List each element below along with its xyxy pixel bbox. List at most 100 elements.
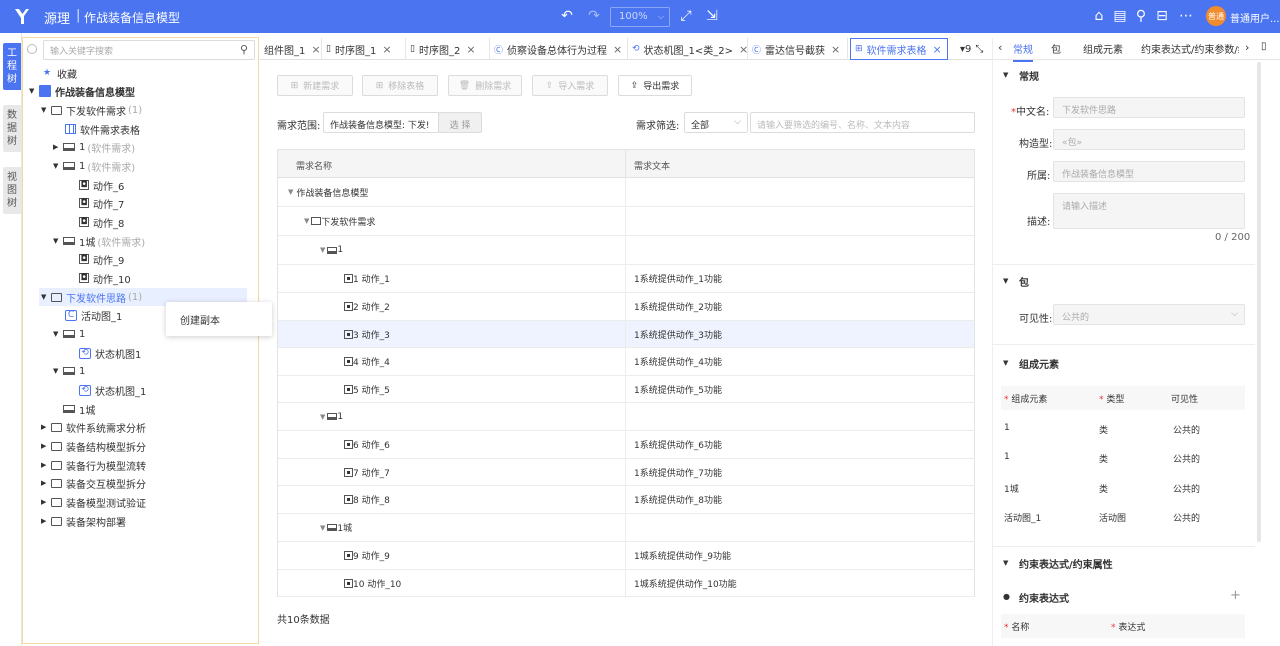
caret-down-icon[interactable]: ▼ — [53, 367, 63, 375]
delete-requirement-button[interactable]: 🗑 删除需求 — [448, 75, 522, 96]
type-cell[interactable]: 活动图 — [1099, 511, 1126, 524]
close-icon[interactable]: × — [382, 43, 391, 56]
tree-item[interactable]: ◘ 动作_6 — [69, 176, 124, 194]
caret-down-icon[interactable]: ▼ — [288, 188, 293, 196]
more-icon[interactable]: ⋯ — [1177, 7, 1195, 25]
tree-item[interactable]: ▼ 1 — [53, 362, 85, 380]
tab-constraints[interactable]: 约束表达式/约束参数/约 — [1141, 41, 1239, 56]
add-icon[interactable]: + — [1230, 588, 1241, 603]
tree-item[interactable]: ▶ 装备行为模型流转 — [41, 456, 146, 474]
tree-item[interactable]: ▶ 装备模型测试验证 — [41, 493, 146, 511]
table-row[interactable]: ▪ 9 动作_9 1城系统提供动作_9功能 — [278, 542, 974, 570]
tab-component-diagram[interactable]: 组件图_1 × — [260, 38, 322, 60]
new-requirement-button[interactable]: ⊞ 新建需求 — [277, 75, 353, 96]
tree-item[interactable]: ◘ 动作_8 — [69, 213, 124, 231]
avatar[interactable]: 普通 — [1206, 6, 1226, 26]
tab-overflow[interactable]: ▾ 9 ⤡ — [956, 38, 990, 60]
caret-right-icon[interactable]: ▶ — [41, 517, 51, 525]
type-cell[interactable]: 类 — [1099, 482, 1108, 495]
element-cell[interactable]: 1 — [1004, 423, 1010, 433]
close-icon[interactable]: × — [739, 43, 748, 56]
home-icon[interactable]: ⌂ — [1090, 7, 1108, 25]
caret-down-icon[interactable]: ▼ — [320, 524, 325, 532]
caret-down-icon[interactable]: ▼ — [41, 293, 51, 301]
tab-data-tree[interactable]: 数据树 — [3, 105, 21, 152]
table-row[interactable]: ▪ 6 动作_6 1系统提供动作_6功能 — [278, 431, 974, 459]
table-row[interactable]: ▪ 5 动作_5 1系统提供动作_5功能 — [278, 376, 974, 403]
caret-down-icon[interactable]: ▼ — [320, 413, 325, 421]
remove-table-button[interactable]: ⊞ 移除表格 — [362, 75, 438, 96]
cn-name-field[interactable]: 下发软件思路 — [1053, 97, 1245, 118]
owner-field[interactable]: 作战装备信息模型 — [1053, 161, 1245, 182]
username[interactable]: 普通用户... — [1230, 10, 1280, 25]
fullscreen-icon[interactable]: ⤢ — [677, 7, 695, 25]
visibility-cell[interactable]: 公共的 — [1173, 511, 1200, 524]
tab-requirements-table[interactable]: ⊞ 软件需求表格 × — [850, 38, 948, 60]
chevron-right-icon[interactable]: › — [1245, 41, 1249, 54]
caret-down-icon[interactable]: ▼ — [304, 217, 309, 225]
tree-item[interactable]: ▶ 装备交互模型拆分 — [41, 474, 146, 492]
filter-search-input[interactable]: 请输入要筛选的编号、名称、文本内容 — [750, 112, 975, 133]
table-row[interactable]: ▼ 1 — [278, 236, 974, 265]
zoom-select[interactable]: 100% ⌵ — [610, 7, 670, 27]
context-menu-item-copy[interactable]: 创建副本 — [180, 316, 220, 327]
element-cell[interactable]: 活动图_1 — [1004, 511, 1041, 524]
caret-down-icon[interactable]: ▼ — [29, 87, 39, 95]
close-icon[interactable]: × — [933, 43, 942, 56]
redo-icon[interactable]: ↷ — [585, 7, 603, 25]
table-row[interactable]: ▼ 作战装备信息模型 — [278, 178, 974, 207]
column-header-name[interactable]: 需求名称 — [278, 150, 626, 178]
print-icon[interactable]: ▤ — [1111, 7, 1129, 25]
caret-right-icon[interactable]: ▶ — [41, 442, 51, 450]
table-row[interactable]: ▼ 1 — [278, 403, 974, 431]
search-icon[interactable]: ⚲ — [240, 43, 248, 56]
tree-item[interactable]: ◘ 动作_10 — [69, 269, 131, 287]
column-header-text[interactable]: 需求文本 — [626, 150, 974, 178]
caret-down-icon[interactable]: ▼ — [320, 246, 325, 254]
table-row[interactable]: ▪ 4 动作_4 1系统提供动作_4功能 — [278, 348, 974, 376]
tree-item[interactable]: ◘ 动作_7 — [69, 194, 124, 212]
caret-down-icon[interactable]: ▼ — [1003, 277, 1008, 285]
table-row[interactable]: ▪ 10 动作_10 1城系统提供动作_10功能 — [278, 570, 974, 597]
close-icon[interactable]: × — [466, 43, 475, 56]
tab-recon-behavior[interactable]: Ⓒ 侦察设备总体行为过程 × — [490, 38, 628, 60]
stereotype-field[interactable]: «包» — [1053, 129, 1245, 150]
visibility-select[interactable]: 公共的 ⌵ — [1053, 304, 1245, 325]
table-row[interactable]: ▪ 8 动作_8 1系统提供动作_8功能 — [278, 486, 974, 514]
tree-item[interactable]: ▼ 1 (软件需求) — [53, 157, 135, 175]
tree-item[interactable]: ◘ 动作_9 — [69, 250, 124, 268]
visibility-cell[interactable]: 公共的 — [1173, 423, 1200, 436]
tree-item[interactable]: ⟲ 状态机图_1 — [69, 381, 146, 399]
type-cell[interactable]: 类 — [1099, 452, 1108, 465]
description-input[interactable]: 请输入描述 — [1053, 193, 1245, 229]
tree-search-input[interactable]: 输入关键字搜索 ⚲ — [43, 40, 255, 60]
caret-down-icon[interactable]: ▼ — [53, 237, 63, 245]
tree-item[interactable]: ▼ 1 — [53, 325, 85, 343]
export-requirement-button[interactable]: ⇪ 导出需求 — [618, 75, 692, 96]
caret-down-icon[interactable]: ▼ — [1003, 559, 1008, 567]
tree-item[interactable]: C 活动图_1 — [55, 306, 122, 324]
export-icon[interactable]: ⇲ — [703, 7, 721, 25]
element-cell[interactable]: 1 — [1004, 452, 1010, 462]
tab-view-tree[interactable]: 视图树 — [3, 167, 21, 214]
tree-item-favorites[interactable]: ★ 收藏 — [31, 64, 77, 82]
filter-select[interactable]: 全部 ⌵ — [684, 112, 748, 133]
undo-icon[interactable]: ↶ — [558, 7, 576, 25]
tab-elements[interactable]: 组成元素 — [1083, 41, 1123, 56]
tab-radar-signal[interactable]: Ⓒ 雷达信号截获 × — [748, 38, 848, 60]
tab-sequence-1[interactable]: ▯ 时序图_1 × — [322, 38, 406, 60]
select-button[interactable]: 选 择 — [438, 112, 482, 133]
tree-item[interactable]: ▶ 软件系统需求分析 — [41, 418, 146, 436]
chevron-left-icon[interactable]: ‹ — [998, 41, 1002, 54]
search-icon[interactable]: ⚲ — [1132, 7, 1150, 25]
table-row[interactable]: ▪ 7 动作_7 1系统提供动作_7功能 — [278, 459, 974, 486]
element-cell[interactable]: 1城 — [1004, 482, 1019, 495]
tree-item-root[interactable]: ▼ 作战装备信息模型 — [29, 82, 135, 100]
tree-item[interactable]: 软件需求表格 — [55, 120, 140, 138]
caret-down-icon[interactable]: ▼ — [1003, 359, 1008, 367]
properties-scrollbar[interactable] — [1257, 62, 1261, 542]
tree-item[interactable]: ▶ 装备架构部署 — [41, 512, 126, 530]
table-row[interactable]: ▼ 下发软件需求 — [278, 207, 974, 236]
tree-item[interactable]: ▶ 1 (软件需求) — [53, 138, 135, 156]
visibility-cell[interactable]: 公共的 — [1173, 452, 1200, 465]
